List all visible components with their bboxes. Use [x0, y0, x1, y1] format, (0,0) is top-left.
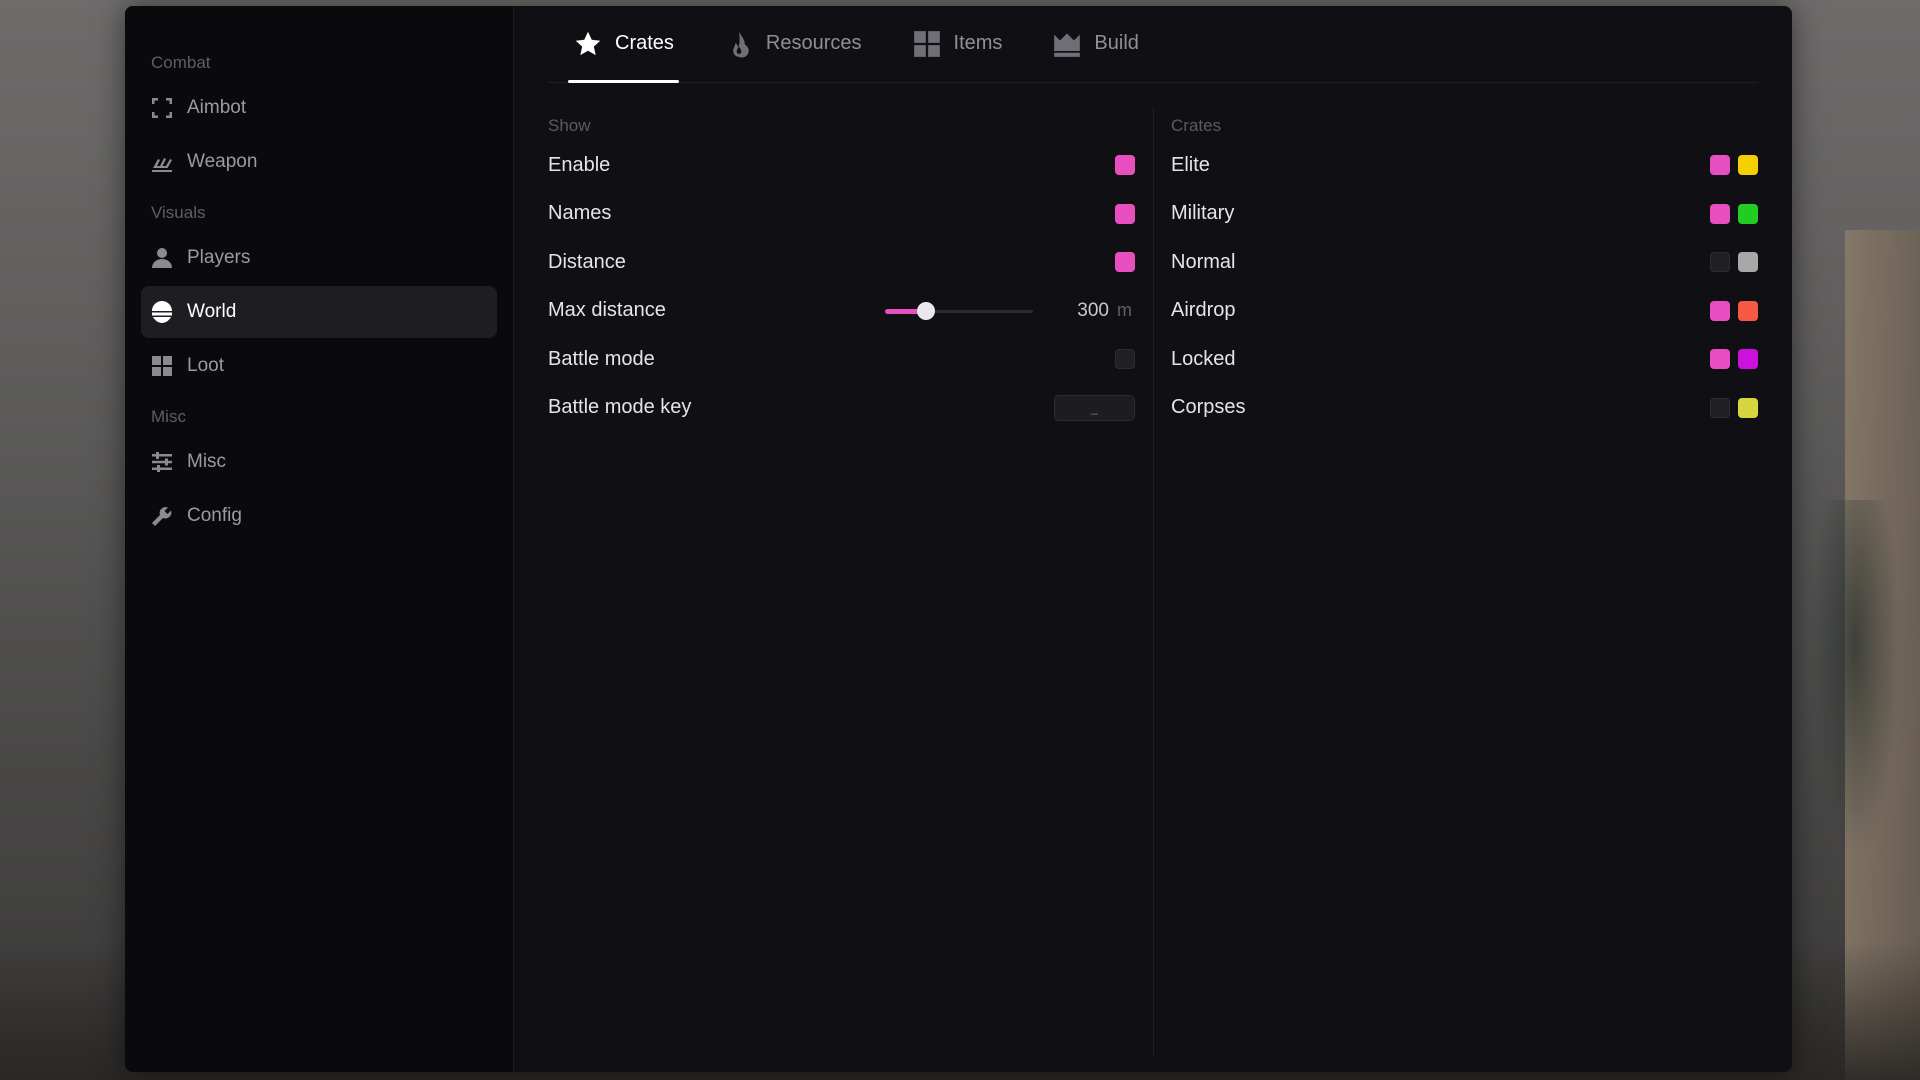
crates-column: Crates Elite Military Normal Airdrop Loc… [1153, 83, 1758, 1063]
crate-airdrop-color-picker[interactable] [1738, 300, 1758, 321]
sidebar-item-label: Config [187, 505, 242, 526]
crates-section-label: Crates [1171, 116, 1222, 135]
show-column: Show Enable Names Distance Max distance [548, 83, 1153, 1063]
crate-row-normal: Normal [1171, 238, 1758, 287]
crosshair-frame-icon [149, 95, 175, 121]
settings-columns: Show Enable Names Distance Max distance [548, 83, 1758, 1063]
sidebar-item-aimbot[interactable]: Aimbot [141, 82, 497, 134]
show-section-label: Show [548, 116, 591, 135]
slider-thumb[interactable] [917, 301, 936, 320]
sidebar-item-label: Players [187, 247, 251, 268]
crate-controls [1710, 252, 1758, 273]
menu-window: Combat Aimbot Weapon Visuals Players Wor… [125, 6, 1792, 1072]
crate-controls [1710, 203, 1758, 224]
crate-corpses-checkbox[interactable] [1710, 397, 1730, 418]
battle-mode-keybind-button[interactable]: _ [1054, 394, 1135, 421]
names-row: Names [548, 190, 1135, 239]
max-distance-control: 300 m [885, 300, 1135, 322]
flame-icon [724, 29, 754, 59]
section-label-misc: Misc [151, 407, 186, 426]
enable-row: Enable [548, 141, 1135, 190]
tab-items[interactable]: Items [907, 6, 1008, 82]
crate-label: Airdrop [1171, 299, 1236, 322]
crate-locked-color-picker[interactable] [1738, 349, 1758, 370]
crate-corpses-color-picker[interactable] [1738, 397, 1758, 418]
main-panel: Crates Resources Items Build Show Enable… [514, 6, 1792, 1072]
max-distance-label: Max distance [548, 299, 666, 322]
sidebar-item-label: Weapon [187, 151, 258, 172]
sliders-icon [149, 449, 175, 475]
wrench-icon [149, 503, 175, 529]
crate-label: Locked [1171, 347, 1236, 370]
crate-row-airdrop: Airdrop [1171, 287, 1758, 336]
tab-crates[interactable]: Crates [568, 6, 679, 83]
crate-label: Elite [1171, 153, 1210, 176]
crate-controls [1710, 349, 1758, 370]
max-distance-value: 300 [1077, 299, 1109, 321]
sidebar: Combat Aimbot Weapon Visuals Players Wor… [125, 6, 514, 1072]
tab-bar: Crates Resources Items Build [548, 6, 1758, 83]
crate-normal-checkbox[interactable] [1710, 252, 1730, 273]
grid-icon [912, 29, 942, 59]
tab-label: Crates [615, 32, 674, 54]
enable-label: Enable [548, 153, 611, 176]
names-label: Names [548, 202, 612, 225]
max-distance-row: Max distance 300 m [548, 287, 1135, 336]
sidebar-item-players[interactable]: Players [141, 232, 497, 284]
sidebar-item-label: Loot [187, 355, 224, 376]
weapon-icon [149, 149, 175, 175]
tab-label: Resources [765, 32, 862, 54]
crate-normal-color-picker[interactable] [1738, 252, 1758, 273]
tab-build[interactable]: Build [1047, 6, 1143, 82]
sidebar-item-loot[interactable]: Loot [141, 340, 497, 392]
crate-row-locked: Locked [1171, 335, 1758, 384]
names-checkbox[interactable] [1115, 203, 1135, 224]
distance-row: Distance [548, 238, 1135, 287]
sidebar-item-world[interactable]: World [141, 286, 497, 338]
distance-checkbox[interactable] [1115, 252, 1135, 273]
sidebar-item-config[interactable]: Config [141, 490, 497, 542]
user-icon [149, 245, 175, 271]
grid-icon [149, 353, 175, 379]
crate-controls [1710, 155, 1758, 176]
crate-row-elite: Elite [1171, 141, 1758, 190]
crate-controls [1710, 300, 1758, 321]
star-icon [573, 29, 603, 59]
crate-elite-color-picker[interactable] [1738, 155, 1758, 176]
sidebar-item-label: World [187, 301, 237, 322]
sidebar-item-misc[interactable]: Misc [141, 436, 497, 488]
crate-controls [1710, 397, 1758, 418]
crown-icon [1052, 29, 1082, 59]
crate-label: Normal [1171, 250, 1236, 273]
tab-label: Items [953, 32, 1003, 54]
tab-label: Build [1094, 32, 1139, 54]
crate-row-military: Military [1171, 190, 1758, 239]
crate-label: Military [1171, 202, 1235, 225]
background-tree [1810, 500, 1900, 860]
max-distance-slider[interactable] [885, 301, 1033, 321]
enable-checkbox[interactable] [1115, 155, 1135, 176]
section-label-visuals: Visuals [151, 203, 206, 222]
tab-resources[interactable]: Resources [719, 6, 867, 82]
section-label-combat: Combat [151, 53, 211, 72]
globe-icon [149, 299, 175, 325]
battle-mode-key-row: Battle mode key _ [548, 384, 1135, 433]
crate-label: Corpses [1171, 396, 1246, 419]
distance-label: Distance [548, 250, 626, 273]
sidebar-item-label: Misc [187, 451, 227, 472]
battle-mode-key-label: Battle mode key [548, 396, 692, 419]
background-building [1845, 230, 1920, 1080]
sidebar-item-weapon[interactable]: Weapon [141, 136, 497, 188]
sidebar-item-label: Aimbot [187, 97, 247, 118]
crate-military-color-picker[interactable] [1738, 203, 1758, 224]
max-distance-unit: m [1117, 300, 1132, 321]
crate-row-corpses: Corpses [1171, 384, 1758, 433]
crate-airdrop-checkbox[interactable] [1710, 300, 1730, 321]
crate-elite-checkbox[interactable] [1710, 155, 1730, 176]
battle-mode-checkbox[interactable] [1115, 349, 1135, 370]
battle-mode-row: Battle mode [548, 335, 1135, 384]
crate-military-checkbox[interactable] [1710, 203, 1730, 224]
battle-mode-label: Battle mode [548, 347, 655, 370]
crate-locked-checkbox[interactable] [1710, 349, 1730, 370]
